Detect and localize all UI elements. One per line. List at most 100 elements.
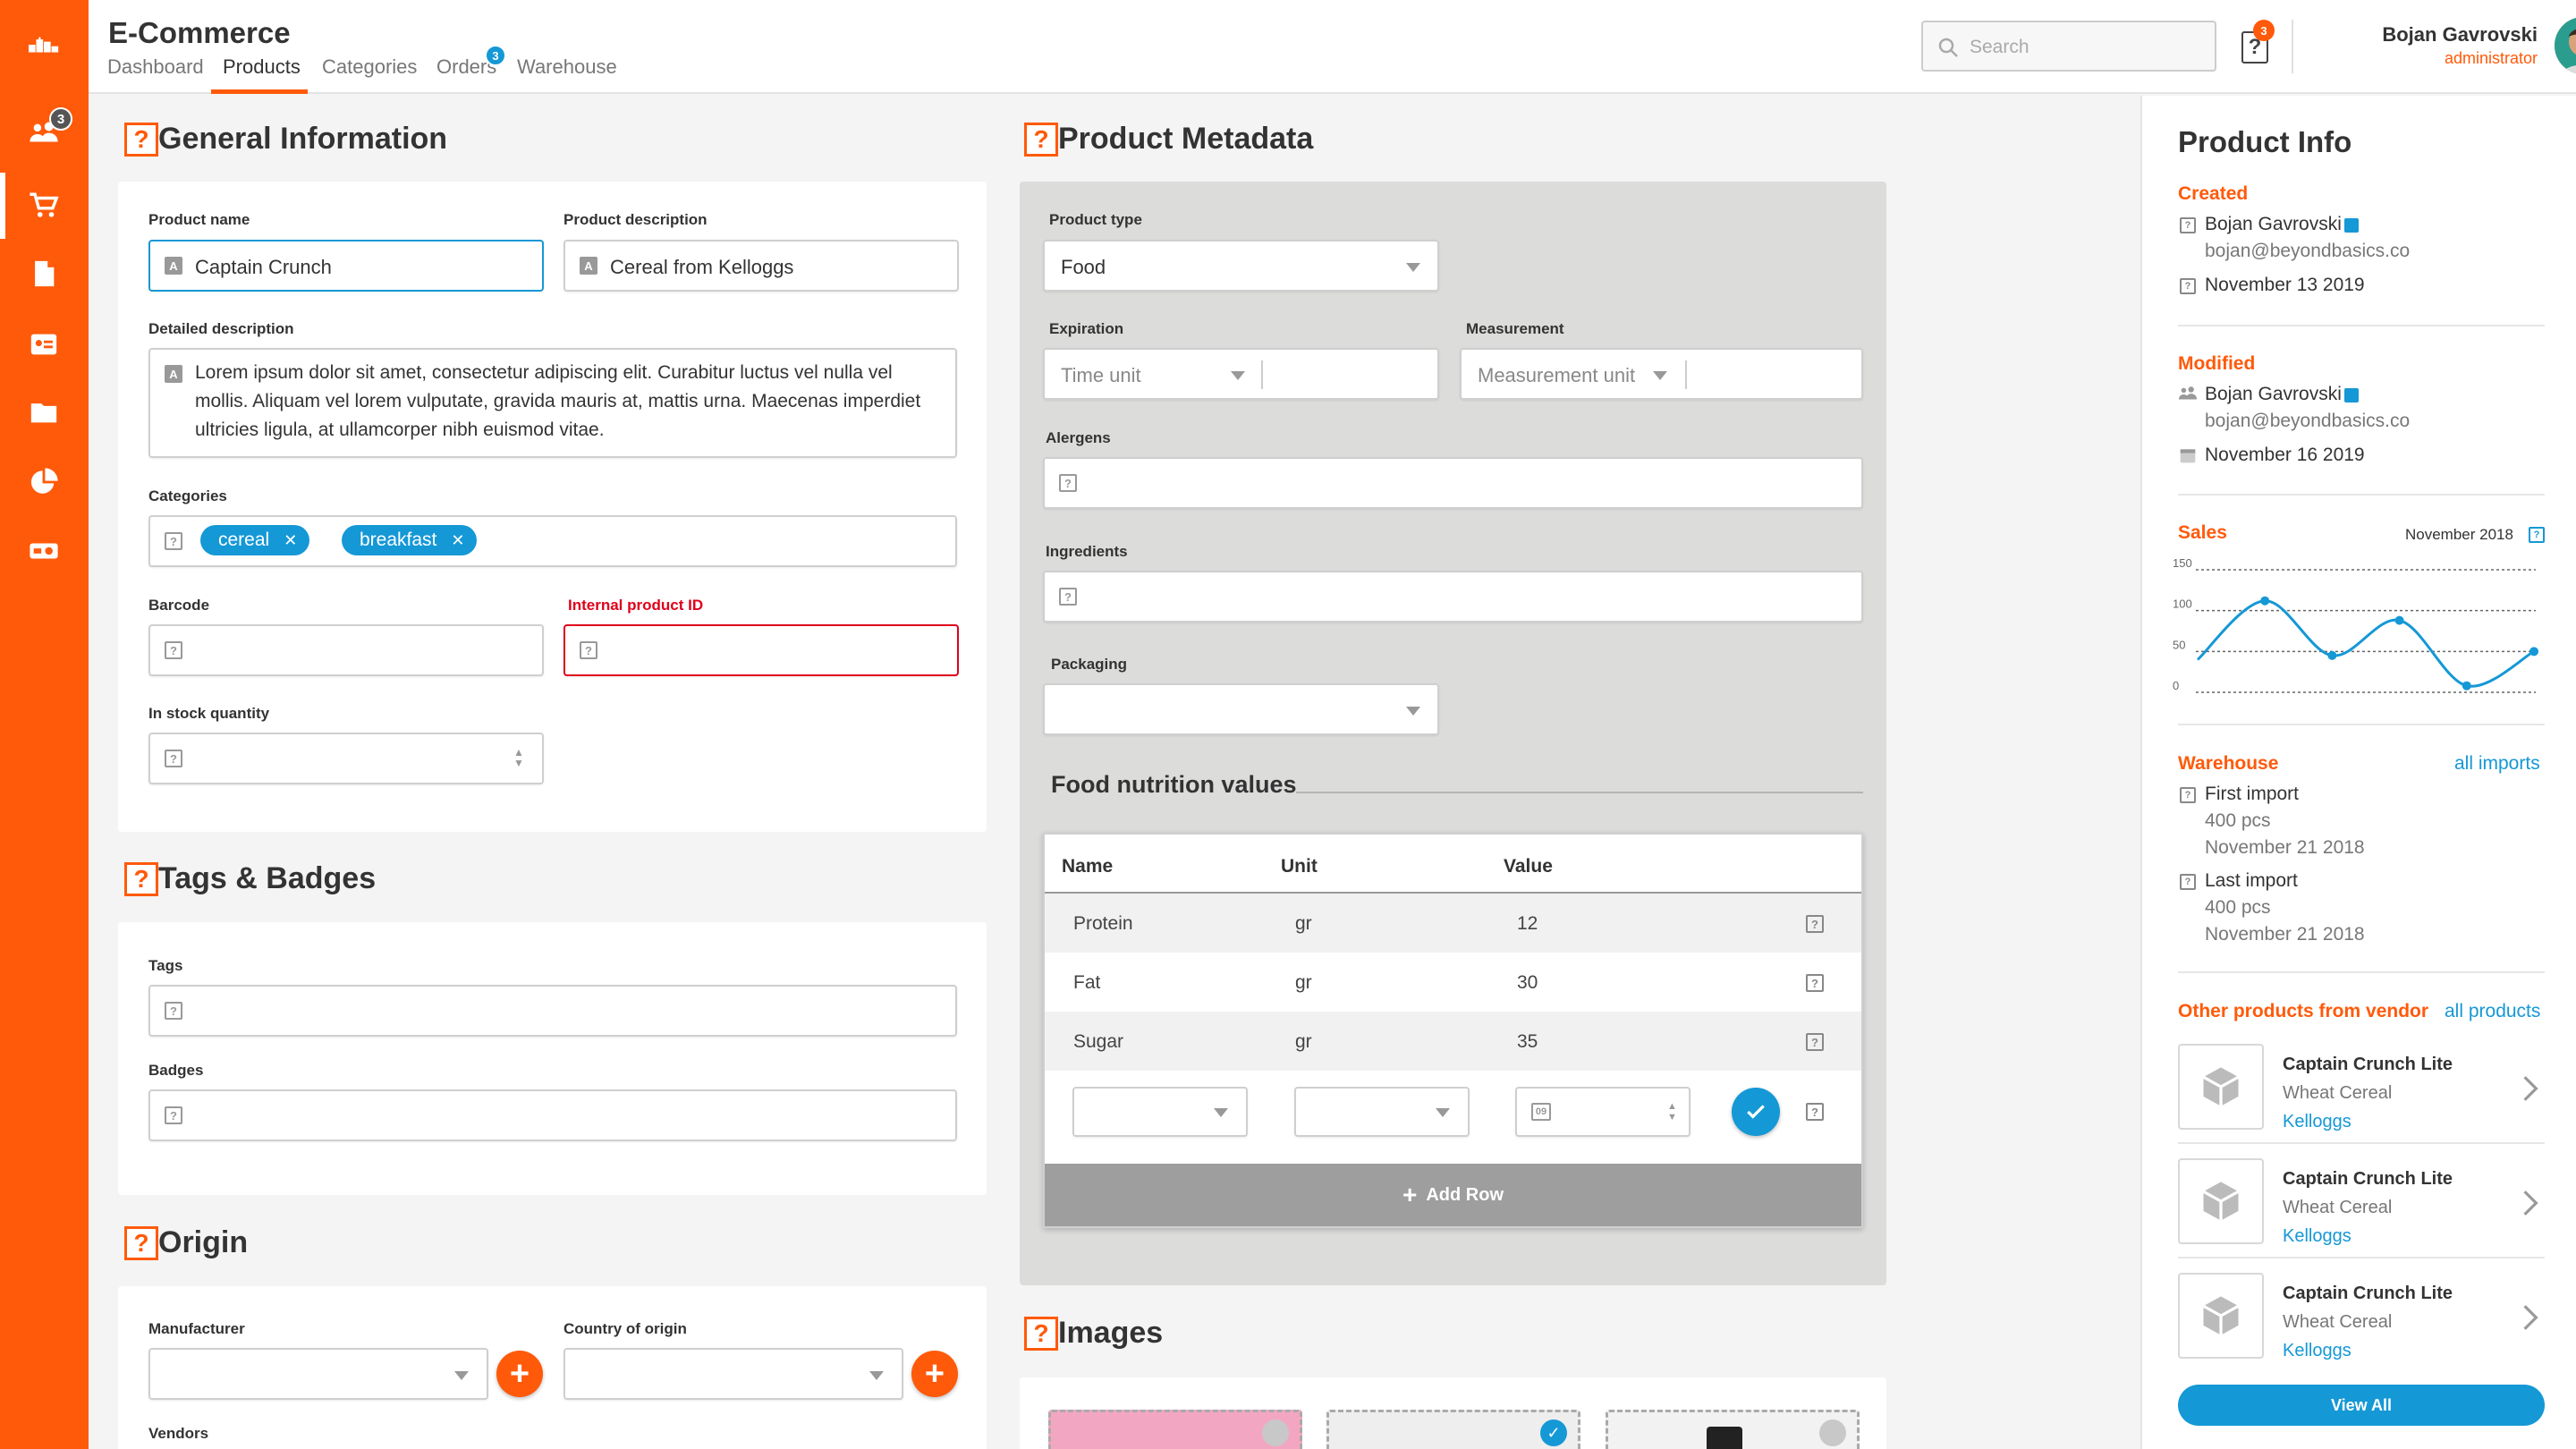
barcode-input[interactable]: ? xyxy=(148,624,544,676)
search-icon xyxy=(1938,38,1958,57)
toggle-icon xyxy=(30,543,58,559)
external-link-icon[interactable] xyxy=(2344,388,2359,402)
logo-icon[interactable] xyxy=(20,21,68,69)
product-desc-value: Cereal from Kelloggs xyxy=(610,256,794,278)
select-image-icon[interactable] xyxy=(1262,1419,1289,1446)
text-field-icon: A xyxy=(165,365,182,383)
sidebar-item-documents[interactable] xyxy=(20,250,68,298)
product-name-input[interactable]: A Captain Crunch xyxy=(148,240,544,292)
product-desc-input[interactable]: A Cereal from Kelloggs xyxy=(564,240,959,292)
sidebar-item-products[interactable] xyxy=(20,182,68,230)
stock-quantity-stepper[interactable]: ? ▲ ▼ xyxy=(148,733,544,784)
remove-chip-icon[interactable]: ✕ xyxy=(284,531,297,550)
help-icon[interactable]: ? xyxy=(1024,122,1058,157)
sales-data-point[interactable] xyxy=(2327,650,2337,660)
expiration-input[interactable]: Time unit xyxy=(1043,348,1439,400)
badges-label: Badges xyxy=(148,1062,204,1079)
image-slot[interactable] xyxy=(1048,1410,1302,1449)
search-box[interactable]: Search xyxy=(1921,21,2216,72)
measurement-label: Measurement xyxy=(1466,320,1564,337)
image-slot[interactable]: ✓ xyxy=(1326,1410,1580,1449)
allergens-input[interactable]: ? xyxy=(1043,457,1863,509)
avatar[interactable] xyxy=(2555,17,2576,74)
chevron-right-icon[interactable] xyxy=(2521,1074,2539,1103)
chevron-right-icon[interactable] xyxy=(2521,1189,2539,1217)
sales-data-point[interactable] xyxy=(2394,615,2404,625)
row-help-icon[interactable]: ? xyxy=(1806,974,1824,992)
nutrition-title-rule xyxy=(1296,792,1863,793)
measurement-input[interactable]: Measurement unit xyxy=(1460,348,1863,400)
image-slot[interactable] xyxy=(1606,1410,1860,1449)
image-selected-icon[interactable]: ✓ xyxy=(1540,1419,1567,1446)
chevron-right-icon[interactable] xyxy=(2521,1303,2539,1332)
tab-dashboard[interactable]: Dashboard xyxy=(107,55,204,79)
internal-id-input[interactable]: ? xyxy=(564,624,959,676)
country-select[interactable] xyxy=(564,1348,903,1400)
row-unit: gr xyxy=(1295,1031,1312,1052)
row-value: 12 xyxy=(1517,913,1538,934)
search-input[interactable]: Search xyxy=(1970,37,2029,58)
divider xyxy=(2178,325,2545,326)
detailed-desc-textarea[interactable]: A Lorem ipsum dolor sit amet, consectetu… xyxy=(148,348,957,458)
new-row-name-select[interactable] xyxy=(1072,1087,1248,1137)
vendor-product-item[interactable]: Captain Crunch Lite Wheat Cereal Kellogg… xyxy=(2178,1273,2545,1364)
help-icon[interactable]: ? xyxy=(124,1225,158,1260)
row-help-icon[interactable]: ? xyxy=(1806,1103,1824,1121)
sidebar-item-settings[interactable] xyxy=(20,527,68,575)
remove-chip-icon[interactable]: ✕ xyxy=(451,531,464,550)
sales-data-point[interactable] xyxy=(2260,596,2270,606)
packaging-select[interactable] xyxy=(1043,683,1439,735)
time-unit-select[interactable]: Time unit xyxy=(1061,364,1141,387)
vendor-product-vendor[interactable]: Kelloggs xyxy=(2283,1112,2351,1132)
confirm-row-button[interactable] xyxy=(1732,1088,1780,1136)
field-help-icon: ? xyxy=(165,1106,182,1124)
help-icon[interactable]: ? xyxy=(124,122,158,157)
sidebar-item-files[interactable] xyxy=(20,388,68,436)
category-chip[interactable]: breakfast ✕ xyxy=(342,525,478,555)
vendor-product-item[interactable]: Captain Crunch Lite Wheat Cereal Kellogg… xyxy=(2178,1158,2545,1250)
sales-label: Sales xyxy=(2178,522,2227,543)
select-image-icon[interactable] xyxy=(1819,1419,1846,1446)
vendor-product-category: Wheat Cereal xyxy=(2283,1312,2393,1332)
column-header: Unit xyxy=(1281,856,1318,877)
ingredients-input[interactable]: ? xyxy=(1043,571,1863,623)
sales-help-icon[interactable]: ? xyxy=(2529,527,2545,543)
help-icon[interactable]: ? xyxy=(124,861,158,896)
all-products-link[interactable]: all products xyxy=(2445,1001,2540,1022)
tab-products[interactable]: Products xyxy=(223,55,301,79)
tab-categories[interactable]: Categories xyxy=(322,55,417,79)
sidebar-item-contacts[interactable] xyxy=(20,320,68,369)
new-row-value-stepper[interactable]: 09 ▲ ▼ xyxy=(1515,1087,1690,1137)
product-type-select[interactable]: Food xyxy=(1043,240,1439,292)
view-all-button[interactable]: View All xyxy=(2178,1385,2545,1426)
row-help-icon[interactable]: ? xyxy=(1806,1033,1824,1051)
all-imports-link[interactable]: all imports xyxy=(2454,753,2540,775)
add-manufacturer-button[interactable]: + xyxy=(496,1351,543,1397)
vendor-product-vendor[interactable]: Kelloggs xyxy=(2283,1341,2351,1361)
stepper-arrows-icon[interactable]: ▲ ▼ xyxy=(1667,1101,1677,1123)
tags-input[interactable]: ? xyxy=(148,985,957,1037)
divider xyxy=(2178,494,2545,496)
stepper-arrows-icon[interactable]: ▲ ▼ xyxy=(513,747,524,768)
sidebar-item-reports[interactable] xyxy=(20,458,68,506)
manufacturer-select[interactable] xyxy=(148,1348,488,1400)
add-country-button[interactable]: + xyxy=(911,1351,958,1397)
vendor-product-vendor[interactable]: Kelloggs xyxy=(2283,1226,2351,1247)
pie-chart-icon xyxy=(30,468,58,494)
categories-input[interactable]: ? cereal ✕ breakfast ✕ xyxy=(148,515,957,567)
calendar-icon xyxy=(2180,449,2196,463)
sales-data-point[interactable] xyxy=(2529,647,2538,657)
row-value: 35 xyxy=(1517,1031,1538,1052)
vendor-product-item[interactable]: Captain Crunch Lite Wheat Cereal Kellogg… xyxy=(2178,1044,2545,1135)
help-badge: 3 xyxy=(2253,20,2275,41)
add-row-button[interactable]: + Add Row xyxy=(1045,1164,1861,1226)
category-chip[interactable]: cereal ✕ xyxy=(200,525,310,555)
external-link-icon[interactable] xyxy=(2344,218,2359,233)
new-row-unit-select[interactable] xyxy=(1294,1087,1470,1137)
sales-data-point[interactable] xyxy=(2462,681,2471,691)
badges-input[interactable]: ? xyxy=(148,1089,957,1141)
row-help-icon[interactable]: ? xyxy=(1806,915,1824,933)
help-icon[interactable]: ? xyxy=(1024,1316,1058,1351)
measurement-unit-select[interactable]: Measurement unit xyxy=(1478,364,1635,387)
tab-warehouse[interactable]: Warehouse xyxy=(517,55,617,79)
